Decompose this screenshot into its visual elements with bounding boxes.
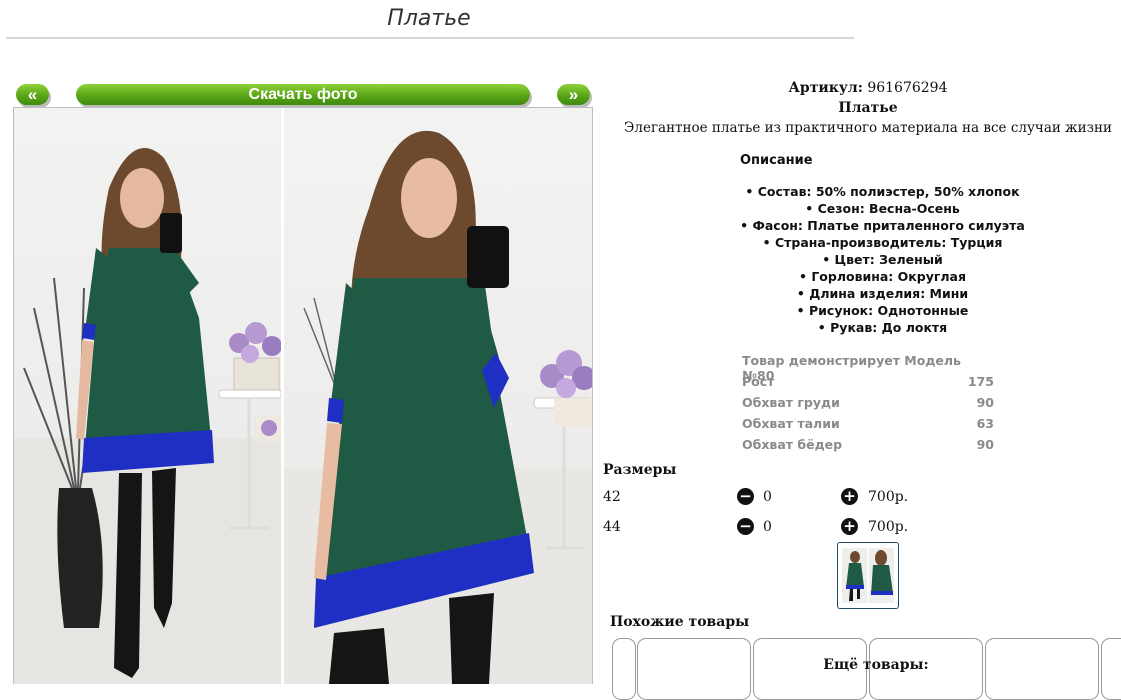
- minus-icon[interactable]: −: [737, 488, 754, 505]
- next-photo-button[interactable]: »: [557, 84, 590, 105]
- more-products-heading: Ещё товары:: [823, 657, 929, 673]
- size-price: 700р.: [868, 489, 909, 505]
- product-short-description: Элегантное платье из практичного материа…: [624, 120, 1112, 136]
- model-heading: Товар демонстрирует Модель №80: [742, 353, 961, 383]
- plus-icon[interactable]: +: [841, 488, 858, 505]
- feature-item: • Фасон: Платье приталенного силуэта: [740, 218, 1025, 233]
- model-row: Обхват бёдер 90: [742, 437, 994, 452]
- feature-item: • Цвет: Зеленый: [822, 252, 943, 267]
- product-thumbnail[interactable]: [837, 542, 899, 609]
- product-photo-1: [14, 108, 281, 684]
- model-photo-illustration-1: [14, 148, 281, 684]
- model-row: Обхват груди 90: [742, 395, 994, 410]
- sku-label: Артикул:: [788, 80, 863, 96]
- feature-item: • Горловина: Округлая: [798, 269, 967, 284]
- sku-line: Артикул: 961676294: [606, 80, 1121, 96]
- product-photo-gallery: [13, 107, 593, 684]
- size-quantity: 0: [763, 489, 772, 505]
- size-quantity: 0: [763, 519, 772, 535]
- page-title: Платье: [387, 6, 471, 31]
- thumbnail-image: [842, 548, 894, 603]
- product-photo-2: [284, 108, 592, 684]
- model-photo-illustration-2: [284, 130, 592, 684]
- minus-icon[interactable]: −: [737, 518, 754, 535]
- feature-item: • Состав: 50% полиэстер, 50% хлопок: [745, 184, 1020, 199]
- size-label-42: 42: [603, 489, 621, 505]
- product-name: Платье: [838, 100, 898, 116]
- similar-products-heading: Похожие товары: [610, 614, 750, 630]
- prev-photo-button[interactable]: «: [16, 84, 49, 105]
- sku-value: 961676294: [867, 80, 948, 96]
- title-divider: [6, 37, 854, 39]
- model-row: Обхват талии 63: [742, 416, 994, 431]
- feature-item: • Рукав: До локтя: [817, 320, 948, 335]
- description-heading: Описание: [740, 153, 813, 168]
- model-row: Рост 175: [742, 374, 994, 389]
- feature-item: • Рисунок: Однотонные: [796, 303, 969, 318]
- sizes-heading: Размеры: [603, 462, 677, 478]
- size-label-44: 44: [603, 519, 621, 535]
- size-price: 700р.: [868, 519, 909, 535]
- feature-item: • Сезон: Весна-Осень: [805, 201, 960, 216]
- download-photo-button[interactable]: Скачать фото: [76, 84, 530, 105]
- feature-item: • Длина изделия: Мини: [796, 286, 969, 301]
- feature-item: • Страна-производитель: Турция: [762, 235, 1003, 250]
- plus-icon[interactable]: +: [841, 518, 858, 535]
- model-measurements: Товар демонстрирует Модель №80 Рост 175 О…: [742, 353, 994, 458]
- feature-list: • Состав: 50% полиэстер, 50% хлопок • Се…: [700, 183, 1065, 336]
